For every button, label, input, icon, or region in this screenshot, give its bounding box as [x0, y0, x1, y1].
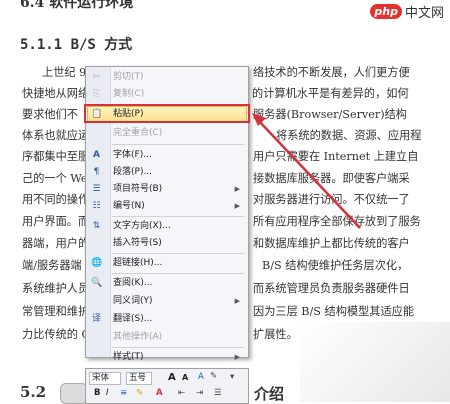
font-name-select[interactable]: 宋体 — [89, 372, 121, 385]
body-line-left: 用户界面。而 — [22, 215, 90, 228]
menu-separator — [112, 216, 244, 217]
bullets-toolbar-icon[interactable]: ☰ — [214, 388, 222, 398]
menu-item-synonyms[interactable]: 同义词(Y) ▶ — [86, 293, 248, 310]
hyperlink-icon: 🌐 — [91, 258, 103, 268]
body-line-left: 序都集中至服 — [22, 150, 90, 163]
body-line-left: 系统维护人员 — [22, 282, 90, 295]
menu-item-label: 同义词(Y) — [113, 296, 153, 306]
body-line-left: 端/服务器端 — [22, 259, 82, 272]
submenu-arrow-icon: ▶ — [234, 185, 240, 193]
menu-item-numbering[interactable]: ☷ 编号(N) ▶ — [86, 198, 248, 215]
menu-separator — [112, 273, 244, 274]
menu-separator — [112, 253, 244, 254]
grow-font-button[interactable]: A — [168, 372, 176, 383]
body-line-left: 己的一个 Web — [22, 172, 95, 185]
submenu-arrow-icon: ▶ — [234, 353, 240, 361]
body-line-right: 对服务器进行访问。不仅统一了 — [253, 193, 410, 206]
font-color-icon[interactable]: A — [156, 388, 163, 398]
menu-item-label: 项目符号(B) — [113, 184, 163, 194]
body-line-left: 快捷地从网络 — [22, 87, 90, 100]
menu-item-font[interactable]: A 字体(F)... — [86, 147, 248, 164]
menu-item-label: 字体(F)... — [113, 150, 152, 160]
shrink-font-button[interactable]: A — [182, 373, 188, 382]
italic-button[interactable]: I — [106, 388, 109, 398]
body-line-right: 因为三层 B/S 结构模型其适应能 — [253, 305, 415, 318]
copy-icon: ⎘ — [92, 89, 101, 99]
body-line-right: 将系统的数据、资源、应用程 — [276, 129, 422, 142]
body-line-right: 而系统管理员负责服务器硬件日 — [253, 282, 410, 295]
menu-item-translate[interactable]: 译 翻译(S)... — [86, 311, 248, 328]
menu-item-label: 编号(N) — [113, 201, 145, 211]
menu-item-paragraph[interactable]: ¶ 段落(P)... — [86, 164, 248, 181]
body-line-right: 所有应用程序全部保存放到了服务 — [253, 215, 421, 228]
menu-item-text-direction[interactable]: ⇅ 文字方向(X)... — [86, 218, 248, 235]
menu-item-label: 复制(C) — [113, 89, 145, 99]
menu-item-insert-symbol[interactable]: 插入符号(S) — [86, 235, 248, 252]
body-line-right: 络技术的不断发展，人们更方便 — [253, 66, 410, 79]
paste-callout-box — [84, 104, 250, 123]
menu-item-label: 剪切(T) — [113, 72, 144, 82]
menu-item-label: 完全重合(C) — [113, 128, 163, 138]
menu-item-cut[interactable]: ✂ 剪切(T) — [86, 69, 248, 86]
menu-item-label: 文字方向(X)... — [113, 221, 171, 231]
menu-item-lookup[interactable]: 🔍 查阅(K)... — [86, 275, 248, 292]
lookup-icon: 🔍 — [91, 278, 103, 288]
indent-decrease-icon[interactable]: ⇤ — [178, 388, 185, 398]
eraser-pen-icon — [60, 383, 88, 404]
corner-watermark-fade — [300, 322, 450, 402]
body-line-left: 力比传统的 C — [22, 328, 91, 341]
body-line-right: 和数据库维护上都比传统的客户 — [253, 237, 410, 250]
menu-item-bullets[interactable]: ☰ 项目符号(B) ▶ — [86, 181, 248, 198]
php-logo-badge: php — [370, 4, 402, 19]
menu-item-copy[interactable]: ⎘ 复制(C) — [86, 86, 248, 103]
numbering-icon: ☷ — [92, 201, 101, 211]
menu-separator — [112, 144, 244, 145]
menu-item-label: 样式(T) — [113, 352, 144, 362]
menu-item-hyperlink[interactable]: 🌐 超链接(H)... — [86, 255, 248, 272]
body-line-right: 扩展性。 — [253, 328, 298, 341]
body-line-left: 常管理和维护 — [22, 305, 90, 318]
bold-button[interactable]: B — [94, 388, 100, 398]
menu-item-label: 超链接(H)... — [113, 258, 163, 268]
body-line-left: 器端，用户的 — [22, 237, 90, 250]
section-heading-bs: 5.1.1 B/S 方式 — [20, 37, 133, 53]
center-align-icon[interactable]: ≡ — [120, 388, 127, 398]
indent-increase-icon[interactable]: ⇥ — [196, 388, 203, 398]
highlight-icon[interactable]: ✎ — [136, 388, 143, 398]
menu-item-styles[interactable]: 样式(T) ▶ — [86, 339, 248, 362]
body-line-right: B/S 结构使维护任务层次化， — [262, 259, 409, 272]
submenu-arrow-icon: ▶ — [234, 297, 240, 305]
php-cn-logo: php 中文网 — [370, 2, 444, 21]
format-painter-icon[interactable]: ▾ — [230, 372, 234, 382]
body-line-left: 体系也就应运 — [22, 129, 90, 142]
submenu-arrow-icon: ▶ — [234, 202, 240, 210]
body-line-left: 用不同的操作 — [22, 193, 90, 206]
mini-formatting-toolbar[interactable]: 宋体 五号 A A A ✎ ▾ B I ≡ ✎ A ⇤ ⇥ ☰ — [85, 368, 249, 404]
menu-item-label: 插入符号(S) — [113, 238, 162, 248]
body-line-left: 要求他们不 — [22, 108, 78, 121]
clear-format-icon[interactable]: ✎ — [210, 371, 217, 381]
menu-item-full-overlap[interactable]: 完全重合(C) — [86, 125, 248, 142]
body-line-right: 接数据库服务器。即使客户端采 — [253, 172, 410, 185]
body-line-right: 的计算机水平是有差异的，如何 — [252, 87, 409, 100]
section-heading-top: 6.4 软件运行环境 — [20, 0, 134, 11]
text-direction-icon: ⇅ — [92, 221, 101, 231]
font-icon: A — [93, 150, 100, 160]
body-line-right: 服务器(Browser/Server)结构 — [253, 108, 407, 121]
section-heading-bottom-tail: 介绍 — [254, 385, 285, 403]
body-line-left: 上世纪 9 — [42, 66, 87, 79]
bullets-icon: ☰ — [92, 184, 101, 194]
body-line-right: 用户只需要在 Internet 上建立自 — [253, 150, 419, 163]
menu-item-label: 翻译(S)... — [113, 314, 153, 324]
menu-item-label: 段落(P)... — [113, 167, 153, 177]
translate-icon: 译 — [91, 314, 101, 324]
menu-item-label: 查阅(K)... — [113, 278, 153, 288]
text-style-icon[interactable]: A — [198, 372, 204, 382]
font-size-select[interactable]: 五号 — [126, 372, 152, 385]
paragraph-icon: ¶ — [93, 167, 100, 177]
section-heading-bottom: 5.2 — [20, 383, 47, 401]
scissors-icon: ✂ — [92, 72, 101, 82]
logo-text: 中文网 — [404, 6, 444, 21]
